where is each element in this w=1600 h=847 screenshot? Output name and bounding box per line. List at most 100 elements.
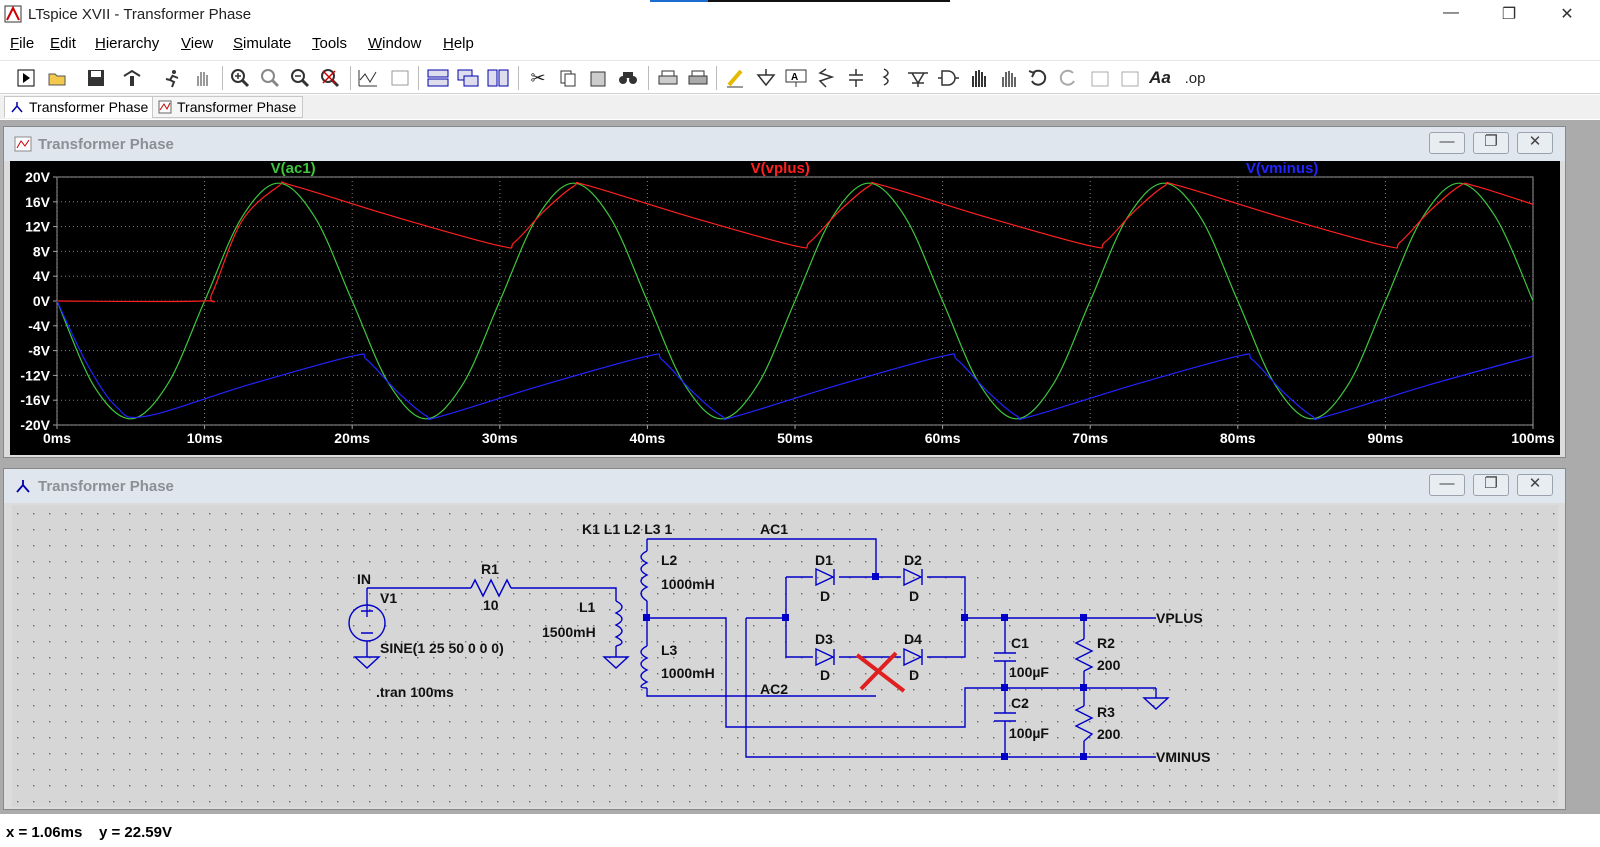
undo-icon[interactable]	[1026, 66, 1050, 90]
tile-vertical-icon[interactable]	[486, 66, 510, 90]
menu-window[interactable]: Window	[368, 35, 421, 52]
ground-icon[interactable]	[754, 66, 778, 90]
mirror-icon[interactable]	[1118, 66, 1142, 90]
drag-icon[interactable]	[996, 66, 1020, 90]
pane-close-button[interactable]: ✕	[1517, 132, 1553, 154]
pane-minimize-button[interactable]: —	[1429, 474, 1465, 496]
move-icon[interactable]	[966, 66, 990, 90]
d3-name[interactable]: D3	[815, 631, 833, 647]
rotate-icon[interactable]	[1088, 66, 1112, 90]
cut-icon[interactable]: ✂	[526, 66, 550, 90]
pane-minimize-button[interactable]: —	[1429, 132, 1465, 154]
tab-waveform[interactable]: Transformer Phase	[152, 96, 304, 118]
find-icon[interactable]	[616, 66, 640, 90]
copy-icon[interactable]	[556, 66, 580, 90]
zoom-area-icon[interactable]	[258, 66, 282, 90]
print-icon[interactable]	[656, 66, 680, 90]
y-tick-label: -16V	[20, 392, 50, 408]
x-tick-label: 80ms	[1220, 430, 1256, 446]
menu-help[interactable]: Help	[443, 35, 474, 52]
control-panel-icon[interactable]	[120, 66, 144, 90]
menu-view[interactable]: View	[181, 35, 213, 52]
r2-name[interactable]: R2	[1097, 635, 1115, 651]
l1-value[interactable]: 1500mH	[542, 624, 596, 640]
restore-button[interactable]: ❐	[1494, 4, 1524, 26]
close-button[interactable]: ✕	[1552, 4, 1582, 26]
zoom-fit-icon[interactable]	[318, 66, 342, 90]
d1-name[interactable]: D1	[815, 552, 833, 568]
trace-legend-label[interactable]: V(vplus)	[751, 161, 810, 177]
d2-value[interactable]: D	[909, 588, 919, 604]
c2-name[interactable]: C2	[1011, 695, 1029, 711]
tile-horizontal-icon[interactable]	[426, 66, 450, 90]
tran-directive[interactable]: .tran 100ms	[376, 684, 454, 700]
run-icon[interactable]	[14, 66, 38, 90]
y-tick-label: -4V	[28, 318, 50, 334]
net-label-in[interactable]: IN	[357, 571, 371, 587]
l1-name[interactable]: L1	[579, 599, 596, 615]
minimize-button[interactable]: —	[1436, 4, 1466, 26]
label-net-icon[interactable]: A	[784, 66, 808, 90]
coupling-directive[interactable]: K1 L1 L2 L3 1	[582, 521, 672, 537]
v1-value[interactable]: SINE(1 25 50 0 0 0)	[380, 640, 504, 656]
trace-legend-label[interactable]: V(vminus)	[1246, 161, 1319, 177]
pan-icon[interactable]	[190, 66, 214, 90]
autorange-icon[interactable]	[356, 66, 380, 90]
waveform-plot[interactable]: 0ms 10ms 20ms 30ms 40ms 50ms 60ms 70ms 80ms 90ms 1…	[10, 161, 1560, 455]
zoom-out-icon[interactable]	[288, 66, 312, 90]
capacitor-icon[interactable]	[844, 66, 868, 90]
component-icon[interactable]	[936, 66, 960, 90]
pane-maximize-button[interactable]: ❐	[1473, 474, 1509, 496]
text-icon[interactable]: Aa	[1148, 66, 1172, 90]
resistor-icon[interactable]	[814, 66, 838, 90]
l2-value[interactable]: 1000mH	[661, 576, 715, 592]
menu-tools[interactable]: Tools	[312, 35, 347, 52]
c1-name[interactable]: C1	[1011, 635, 1029, 651]
schematic-canvas[interactable]: K1 L1 L2 L3 1 AC1 IN V1 SINE(1 25 50 0 0…	[12, 505, 1558, 807]
d4-value[interactable]: D	[909, 667, 919, 683]
draw-wire-icon[interactable]	[724, 66, 748, 90]
l2-name[interactable]: L2	[661, 552, 678, 568]
net-label-ac1[interactable]: AC1	[760, 521, 788, 537]
zoom-in-icon[interactable]	[228, 66, 252, 90]
pane-close-button[interactable]: ✕	[1517, 474, 1553, 496]
redo-icon[interactable]	[1056, 66, 1080, 90]
c1-value[interactable]: 100µF	[1009, 664, 1049, 680]
r1-value[interactable]: 10	[483, 597, 499, 613]
l3-value[interactable]: 1000mH	[661, 665, 715, 681]
d1-value[interactable]: D	[820, 588, 830, 604]
trace-legend-label[interactable]: V(ac1)	[271, 161, 316, 177]
diode-icon[interactable]	[906, 66, 930, 90]
menu-file[interactable]: File	[10, 35, 34, 52]
menu-simulate[interactable]: Simulate	[233, 35, 291, 52]
l3-name[interactable]: L3	[661, 642, 678, 658]
inductor-icon[interactable]	[874, 66, 898, 90]
y-tick-label: -8V	[28, 343, 50, 359]
print-setup-icon[interactable]	[686, 66, 710, 90]
paste-icon[interactable]	[586, 66, 610, 90]
menu-hierarchy[interactable]: Hierarchy	[95, 35, 159, 52]
tab-schematic[interactable]: Transformer Phase	[4, 96, 156, 118]
y-tick-label: -20V	[20, 417, 50, 433]
net-label-vminus[interactable]: VMINUS	[1156, 749, 1210, 765]
x-tick-label: 40ms	[629, 430, 665, 446]
r3-value[interactable]: 200	[1097, 726, 1121, 742]
run-simulation-icon[interactable]	[160, 66, 184, 90]
pane-maximize-button[interactable]: ❐	[1473, 132, 1509, 154]
save-icon[interactable]	[84, 66, 108, 90]
open-icon[interactable]	[46, 66, 70, 90]
d4-name[interactable]: D4	[904, 631, 922, 647]
r1-name[interactable]: R1	[481, 561, 499, 577]
r2-value[interactable]: 200	[1097, 657, 1121, 673]
r3-name[interactable]: R3	[1097, 704, 1115, 720]
spice-directive-icon[interactable]: .op	[1180, 66, 1210, 90]
v1-name[interactable]: V1	[380, 590, 397, 606]
d3-value[interactable]: D	[820, 667, 830, 683]
menu-edit[interactable]: Edit	[50, 35, 76, 52]
cascade-icon[interactable]	[456, 66, 480, 90]
mark-unref-icon[interactable]	[388, 66, 412, 90]
d2-name[interactable]: D2	[904, 552, 922, 568]
net-label-ac2[interactable]: AC2	[760, 681, 788, 697]
net-label-vplus[interactable]: VPLUS	[1156, 610, 1203, 626]
c2-value[interactable]: 100µF	[1009, 725, 1049, 741]
